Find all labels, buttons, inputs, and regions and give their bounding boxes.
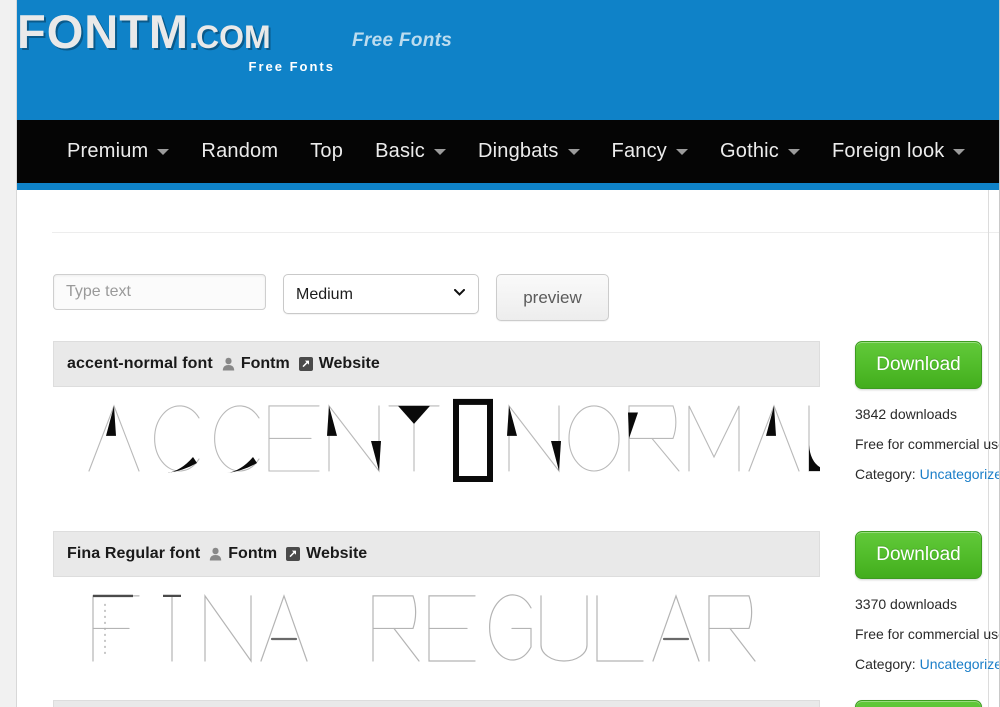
preview-button[interactable]: preview xyxy=(496,274,609,321)
font-entry-sidebar: Download 3370 downloads Free for commercia… xyxy=(855,531,999,672)
category-label: Category: xyxy=(855,656,916,672)
download-count: 3842 downloads xyxy=(855,406,957,422)
user-icon xyxy=(209,547,222,561)
download-button[interactable]: Download xyxy=(855,341,982,389)
nav-item-label: Dingbats xyxy=(477,140,559,162)
font-entry-main xyxy=(53,700,820,707)
site-tagline: Free Fonts xyxy=(352,30,453,51)
nav-item-gothic[interactable]: Gothic xyxy=(704,140,816,163)
font-author-link[interactable]: Fontm xyxy=(228,545,277,563)
nav-item-premium[interactable]: Premium xyxy=(51,140,185,163)
nav-list: Premium Random Top Basic Dingbats Fancy Gothic… xyxy=(17,120,1000,183)
nav-item-foreign-look[interactable]: Foreign look xyxy=(816,140,981,163)
chevron-down-icon xyxy=(433,148,446,155)
main-navigation: Premium Random Top Basic Dingbats Fancy Gothic… xyxy=(17,120,1000,183)
download-button[interactable] xyxy=(855,700,982,707)
font-website-link[interactable]: Website xyxy=(319,355,380,373)
logo-primary-text: FONTM xyxy=(17,5,190,58)
nav-item-label: Basic xyxy=(375,140,425,162)
font-preview-glyphs xyxy=(88,398,820,482)
logo-subtitle: Free Fonts xyxy=(248,59,335,74)
content-top-divider xyxy=(52,232,999,233)
font-name-label: accent-normal font xyxy=(67,355,213,372)
chevron-down-icon xyxy=(157,148,170,155)
nav-item-label: Gothic xyxy=(720,140,780,162)
nav-item-fancy[interactable]: Fancy xyxy=(596,140,704,163)
nav-item-basic[interactable]: Basic xyxy=(359,140,462,163)
font-author-link[interactable]: Fontm xyxy=(241,355,290,373)
chevron-down-icon xyxy=(567,148,580,155)
font-entry-header: accent-normal font Fontm Website xyxy=(53,341,820,387)
chevron-down-icon xyxy=(676,148,688,155)
nav-item-dingbats[interactable]: Dingbats xyxy=(462,140,596,163)
category-row: Category: Uncategorized xyxy=(855,466,999,482)
site-header: FONTM.COM Free Fonts Free Fonts Premium R… xyxy=(0,0,1000,190)
nav-item-label: Foreign look xyxy=(832,140,945,162)
nav-item-holiday[interactable]: Holiday xyxy=(981,140,1000,163)
category-link[interactable]: Uncategorized xyxy=(920,656,999,672)
page-root: FONTM.COM Free Fonts Free Fonts Premium R… xyxy=(0,0,1000,707)
user-icon xyxy=(222,357,235,371)
category-label: Category: xyxy=(855,466,916,482)
category-row: Category: Uncategorized xyxy=(855,656,999,672)
font-entry-header: Fina Regular font Fontm Website xyxy=(53,531,820,577)
preview-text-input[interactable] xyxy=(53,274,266,310)
nav-item-label: Fancy xyxy=(611,140,667,162)
external-link-icon xyxy=(286,547,301,561)
nav-item-top[interactable]: Top xyxy=(294,140,359,163)
font-preview-image[interactable] xyxy=(53,387,820,492)
logo-suffix-text: COM xyxy=(195,19,271,55)
main-content: SmallMediumLarge preview accent-normal f… xyxy=(18,190,999,707)
download-count: 3370 downloads xyxy=(855,596,957,612)
logo-wordmark: FONTM.COM xyxy=(17,8,337,55)
logo-dot: . xyxy=(189,19,198,55)
category-link[interactable]: Uncategorized xyxy=(920,466,999,482)
font-size-select[interactable]: SmallMediumLarge xyxy=(283,274,479,314)
chevron-down-icon xyxy=(788,148,801,155)
font-entry-sidebar xyxy=(855,700,988,707)
font-entry-main: Fina Regular font Fontm Website xyxy=(53,531,820,682)
font-preview-glyphs xyxy=(92,594,756,663)
download-button[interactable]: Download xyxy=(855,531,982,579)
font-entry-main: accent-normal font Fontm Website xyxy=(53,341,820,492)
license-label: Free for commercial use xyxy=(855,436,999,452)
font-preview-image[interactable] xyxy=(53,577,820,682)
preview-controls: SmallMediumLarge preview xyxy=(53,274,609,321)
font-name-label: Fina Regular font xyxy=(67,545,201,562)
font-entry-header xyxy=(53,700,820,707)
nav-item-random[interactable]: Random xyxy=(185,140,294,163)
nav-item-label: Top xyxy=(310,140,344,162)
license-label: Free for commercial use xyxy=(855,626,999,642)
font-size-select-wrapper: SmallMediumLarge xyxy=(283,274,479,314)
site-logo[interactable]: FONTM.COM Free Fonts xyxy=(17,8,337,74)
font-website-link[interactable]: Website xyxy=(306,545,367,563)
external-link-icon xyxy=(298,357,313,371)
chevron-down-icon xyxy=(953,148,966,155)
nav-item-label: Premium xyxy=(67,140,149,162)
browser-left-gutter xyxy=(0,0,17,707)
font-entry-sidebar: Download 3842 downloads Free for commercia… xyxy=(855,341,999,482)
nav-item-label: Random xyxy=(201,140,279,162)
